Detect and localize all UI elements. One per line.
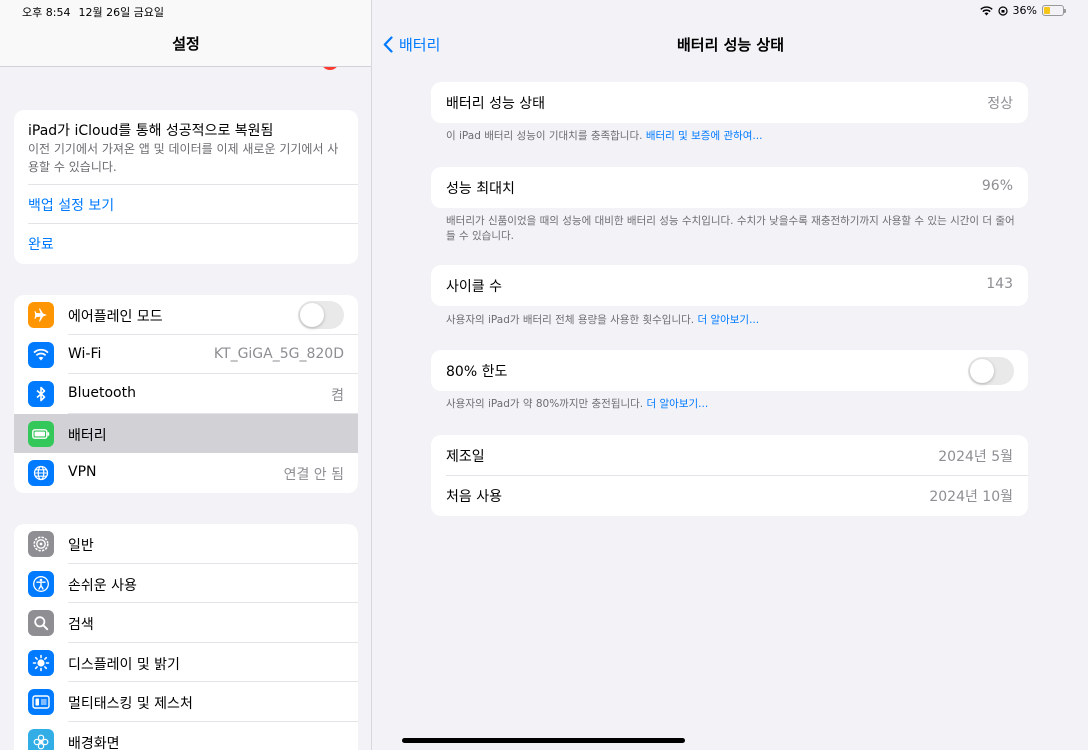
first-use-label: 처음 사용 [446, 489, 502, 505]
battery-status-icon [1042, 5, 1066, 16]
limit-80-toggle[interactable] [968, 357, 1014, 385]
sidebar-item-wallpaper[interactable]: 배경화면 [14, 722, 358, 750]
wifi-icon [28, 341, 54, 368]
wifi-network-name: KT_GiGA_5G_820D [213, 345, 344, 362]
manufacture-label: 제조일 [446, 449, 485, 465]
sidebar-item-general[interactable]: 일반 [14, 524, 358, 564]
sidebar-item-label: 손쉬운 사용 [68, 577, 137, 594]
max-capacity-value: 96% [981, 178, 1013, 194]
sidebar-item-label: 디스플레이 및 밝기 [68, 656, 180, 673]
done-link[interactable]: 완료 [28, 234, 54, 254]
home-indicator[interactable] [402, 738, 685, 743]
limit-80-footer-text: 사용자의 iPad가 약 80%까지만 충전됩니다. [446, 398, 644, 410]
wifi-status-icon [979, 5, 993, 15]
battery-icon [28, 420, 54, 447]
battery-health-footer-text: 이 iPad 배터리 성능이 기대치를 충족합니다. [446, 130, 643, 142]
backup-settings-link[interactable]: 백업 설정 보기 [28, 195, 114, 215]
connectivity-group: 에어플레인 모드 Wi-Fi KT_GiGA_5G_820D Bluetooth… [14, 295, 358, 493]
battery-health-label: 배터리 성능 상태 [446, 96, 546, 112]
max-capacity-row: 성능 최대치 96% [431, 167, 1028, 208]
sidebar-item-multitasking[interactable]: 멀티태스킹 및 제스처 [14, 682, 358, 722]
sidebar-item-label: Bluetooth [68, 385, 136, 401]
search-icon [28, 610, 54, 636]
cycle-count-footer: 사용자의 iPad가 배터리 전체 용량을 사용한 횟수입니다. 더 알아보기.… [446, 313, 1016, 328]
battery-warranty-link[interactable]: 배터리 및 보증에 관하여... [646, 130, 763, 142]
cycle-count-value: 143 [986, 276, 1013, 292]
cycle-count-row: 사이클 수 143 [431, 265, 1028, 306]
status-date: 12월 26일 금요일 [78, 6, 165, 19]
sidebar-item-label: 배경화면 [68, 735, 120, 750]
gear-icon [28, 531, 54, 557]
max-capacity-label: 성능 최대치 [446, 181, 515, 197]
limit-80-row: 80% 한도 [431, 350, 1028, 391]
sidebar-item-wifi[interactable]: Wi-Fi KT_GiGA_5G_820D [14, 335, 358, 374]
max-capacity-footer: 배터리가 신품이었을 때의 성능에 대비한 배터리 성능 수치입니다. 수치가 … [446, 215, 1015, 242]
bluetooth-status: 켬 [331, 388, 344, 404]
manufacture-value: 2024년 5월 [938, 449, 1013, 465]
divider [446, 475, 1028, 476]
restore-card: iPad가 iCloud를 통해 성공적으로 복원됨 이전 기기에서 가져온 앱… [14, 110, 358, 264]
orientation-lock-icon [997, 5, 1008, 16]
cycle-count-learn-more-link[interactable]: 더 알아보기... [697, 314, 759, 326]
status-bar: 오후 8:54 12월 26일 금요일 36% [0, 0, 1088, 22]
restore-title: iPad가 iCloud를 통해 성공적으로 복원됨 [28, 123, 274, 139]
sidebar: 설정 iPad가 iCloud를 통해 성공적으로 복원됨 이전 기기에서 가져… [0, 0, 372, 750]
airplane-mode-toggle[interactable] [298, 301, 344, 329]
sidebar-item-airplane-mode[interactable]: 에어플레인 모드 [14, 295, 358, 335]
sidebar-item-label: 검색 [68, 617, 94, 633]
detail-pane: 배터리 배터리 성능 상태 배터리 성능 상태 정상 이 iPad 배터리 성능… [373, 0, 1088, 750]
multitasking-icon [28, 689, 54, 715]
dates-group: 제조일 2024년 5월 처음 사용 2024년 10월 [431, 435, 1028, 516]
airplane-icon [28, 302, 54, 328]
page-title: 배터리 성능 상태 [676, 36, 785, 54]
sun-icon [28, 649, 54, 676]
sidebar-item-accessibility[interactable]: 손쉬운 사용 [14, 564, 358, 603]
cycle-count-footer-text: 사용자의 iPad가 배터리 전체 용량을 사용한 횟수입니다. [446, 314, 695, 326]
sidebar-item-battery[interactable]: 배터리 [14, 413, 358, 453]
battery-percent: 36% [1012, 4, 1037, 17]
battery-health-row: 배터리 성능 상태 정상 [431, 82, 1028, 123]
first-use-value: 2024년 10월 [929, 489, 1013, 505]
sidebar-item-label: 에어플레인 모드 [68, 309, 163, 325]
flower-icon [28, 728, 54, 750]
general-group: 일반 손쉬운 사용 검색 디스플레이 및 밝기 멀티태스킹 및 제스처 배경화면 [14, 524, 358, 750]
sidebar-item-search[interactable]: 검색 [14, 603, 358, 643]
battery-health-value: 정상 [987, 96, 1013, 112]
restore-description: 이전 기기에서 가져온 앱 및 데이터를 이제 새로운 기기에서 사용할 수 있… [28, 142, 339, 174]
limit-80-label: 80% 한도 [446, 364, 508, 380]
limit-80-footer: 사용자의 iPad가 약 80%까지만 충전됩니다. 더 알아보기... [446, 397, 1016, 412]
sidebar-item-label: 배터리 [68, 427, 107, 444]
status-time: 오후 8:54 [22, 6, 71, 19]
divider [28, 223, 358, 224]
sidebar-item-vpn[interactable]: VPN 연결 안 됨 [14, 453, 358, 493]
vpn-status: 연결 안 됨 [283, 467, 344, 483]
divider [28, 184, 358, 185]
sidebar-item-bluetooth[interactable]: Bluetooth 켬 [14, 374, 358, 414]
sidebar-title: 설정 [172, 35, 200, 53]
sidebar-item-label: 멀티태스킹 및 제스처 [68, 696, 193, 712]
bluetooth-icon [28, 381, 54, 407]
sidebar-item-label: Wi-Fi [68, 345, 102, 362]
sidebar-item-display[interactable]: 디스플레이 및 밝기 [14, 643, 358, 682]
limit-80-learn-more-link[interactable]: 더 알아보기... [647, 398, 709, 410]
sidebar-item-label: VPN [68, 464, 97, 480]
battery-health-footer: 이 iPad 배터리 성능이 기대치를 충족합니다. 배터리 및 보증에 관하여… [446, 129, 1016, 144]
accessibility-icon [28, 570, 54, 597]
globe-icon [28, 460, 54, 486]
cycle-count-label: 사이클 수 [446, 279, 502, 295]
sidebar-item-label: 일반 [68, 538, 94, 554]
